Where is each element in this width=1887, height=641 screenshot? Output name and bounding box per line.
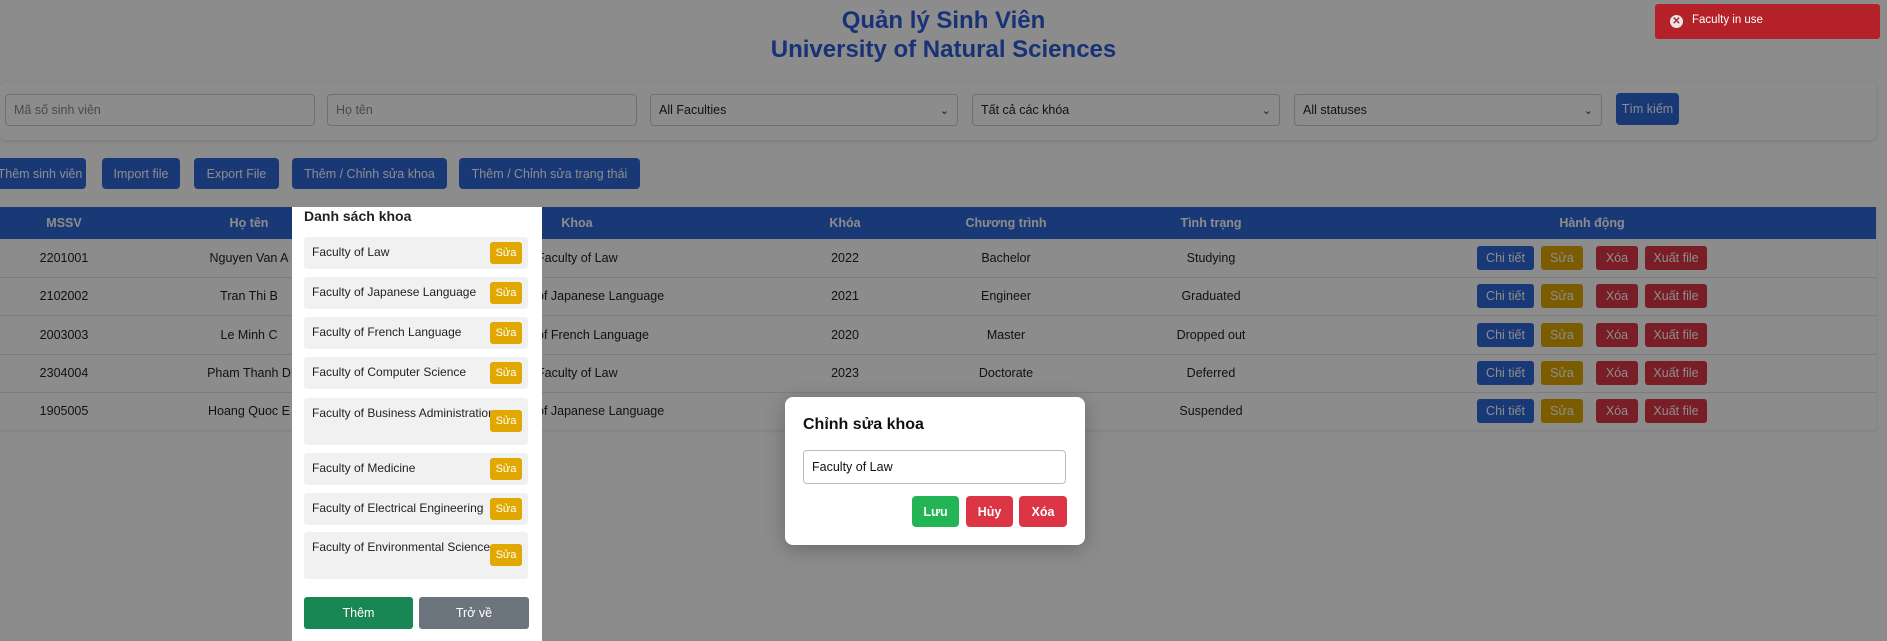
faculty-name: Faculty of Business Administration — [312, 406, 495, 420]
faculty-list-item: Faculty of French Language Sửa — [304, 317, 528, 349]
faculty-edit-button[interactable]: Sửa — [490, 498, 522, 520]
faculty-list-item: Faculty of Environmental Science Sửa — [304, 532, 528, 579]
save-button[interactable]: Lưu — [912, 496, 959, 527]
faculty-name: Faculty of Medicine — [312, 461, 416, 475]
faculty-name: Faculty of Japanese Language — [312, 285, 477, 299]
faculty-name: Faculty of Environmental Science — [312, 540, 491, 554]
faculty-list-item: Faculty of Medicine Sửa — [304, 453, 528, 485]
faculty-name-input[interactable]: Faculty of Law — [803, 450, 1066, 484]
faculty-list-item: Faculty of Japanese Language Sửa — [304, 277, 528, 309]
faculty-edit-button[interactable]: Sửa — [490, 410, 522, 432]
faculty-list-item: Faculty of Business Administration Sửa — [304, 398, 528, 445]
faculty-name: Faculty of Law — [312, 245, 390, 259]
faculty-list-item: Faculty of Electrical Engineering Sửa — [304, 493, 528, 525]
faculty-edit-button[interactable]: Sửa — [490, 458, 522, 480]
modal-title: Chỉnh sửa khoa — [803, 416, 924, 433]
faculty-edit-button[interactable]: Sửa — [490, 242, 522, 264]
faculty-name: Faculty of Computer Science — [312, 365, 467, 379]
faculty-name: Faculty of French Language — [312, 325, 462, 339]
faculty-name: Faculty of Electrical Engineering — [312, 501, 484, 515]
faculty-edit-button[interactable]: Sửa — [490, 322, 522, 344]
delete-faculty-button[interactable]: Xóa — [1019, 496, 1067, 527]
close-icon[interactable]: ✕ — [1670, 15, 1683, 28]
faculty-list-item: Faculty of Law Sửa — [304, 237, 528, 269]
back-button[interactable]: Trở về — [419, 597, 529, 629]
faculty-list-item: Faculty of Computer Science Sửa — [304, 357, 528, 389]
faculty-edit-button[interactable]: Sửa — [490, 544, 522, 566]
toast-message: Faculty in use — [1692, 14, 1763, 26]
faculty-edit-button[interactable]: Sửa — [490, 282, 522, 304]
faculty-panel-title: Danh sách khoa — [304, 208, 412, 224]
cancel-button[interactable]: Hủy — [966, 496, 1013, 527]
faculty-edit-button[interactable]: Sửa — [490, 362, 522, 384]
add-faculty-button[interactable]: Thêm — [304, 597, 413, 629]
error-toast — [1655, 4, 1880, 39]
